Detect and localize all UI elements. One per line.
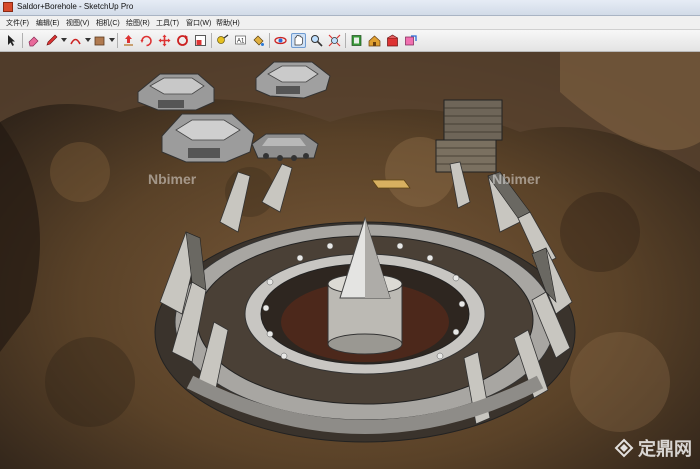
paint-bucket-icon[interactable] (251, 33, 266, 48)
toolbar-separator (22, 33, 23, 48)
watermark-left: Nbimer (148, 171, 197, 187)
svg-text:A1: A1 (237, 39, 245, 45)
main-toolbar: A1 (0, 30, 700, 52)
scale-icon[interactable] (193, 33, 208, 48)
tape-measure-icon[interactable] (215, 33, 230, 48)
rectangle-icon[interactable] (92, 33, 107, 48)
toolbar-separator (345, 33, 346, 48)
zoom-extents-icon[interactable] (327, 33, 342, 48)
send-icon[interactable] (403, 33, 418, 48)
octagonal-bunker-3 (161, 113, 255, 163)
model-viewport[interactable]: Nbimer Nbimer 定鼎网 (0, 52, 700, 469)
orbit-icon[interactable] (273, 33, 288, 48)
menu-bar: 文件(F) 编辑(E) 视图(V) 相机(C) 绘图(R) 工具(T) 窗口(W… (0, 16, 700, 30)
site-logo: 定鼎网 (614, 435, 692, 461)
rotate-icon[interactable] (139, 33, 154, 48)
title-bar: Saldor+Borehole - SketchUp Pro (0, 0, 700, 16)
menu-file[interactable]: 文件(F) (6, 18, 29, 28)
menu-tools[interactable]: 工具(T) (156, 18, 179, 28)
watermark-right: Nbimer (492, 171, 541, 187)
eraser-icon[interactable] (26, 33, 41, 48)
toolbar-separator (211, 33, 212, 48)
site-logo-text: 定鼎网 (638, 439, 692, 459)
zoom-icon[interactable] (309, 33, 324, 48)
stacked-crates (435, 99, 503, 173)
menu-edit[interactable]: 编辑(E) (36, 18, 59, 28)
pan-icon[interactable] (291, 33, 306, 48)
site-logo-icon (614, 438, 634, 458)
menu-view[interactable]: 视图(V) (66, 18, 89, 28)
menu-draw[interactable]: 绘图(R) (126, 18, 150, 28)
armored-vehicle (251, 133, 319, 161)
pencil-dropdown-icon[interactable] (61, 38, 67, 42)
push-pull-icon[interactable] (121, 33, 136, 48)
window-title: Saldor+Borehole - SketchUp Pro (17, 2, 134, 11)
components-icon[interactable] (349, 33, 364, 48)
model-scene: Nbimer Nbimer (0, 52, 700, 469)
arc-dropdown-icon[interactable] (85, 38, 91, 42)
select-icon[interactable] (4, 33, 19, 48)
text-icon[interactable]: A1 (233, 33, 248, 48)
extensions-icon[interactable] (385, 33, 400, 48)
move-icon[interactable] (157, 33, 172, 48)
menu-window[interactable]: 窗口(W) (186, 18, 211, 28)
toolbar-separator (269, 33, 270, 48)
pencil-icon[interactable] (44, 33, 59, 48)
follow-me-icon[interactable] (175, 33, 190, 48)
menu-help[interactable]: 帮助(H) (216, 18, 240, 28)
arc-icon[interactable] (68, 33, 83, 48)
supply-pallet (371, 179, 411, 189)
menu-camera[interactable]: 相机(C) (96, 18, 120, 28)
rectangle-dropdown-icon[interactable] (109, 38, 115, 42)
toolbar-separator (117, 33, 118, 48)
warehouse-icon[interactable] (367, 33, 382, 48)
sketchup-logo-icon (3, 2, 13, 12)
